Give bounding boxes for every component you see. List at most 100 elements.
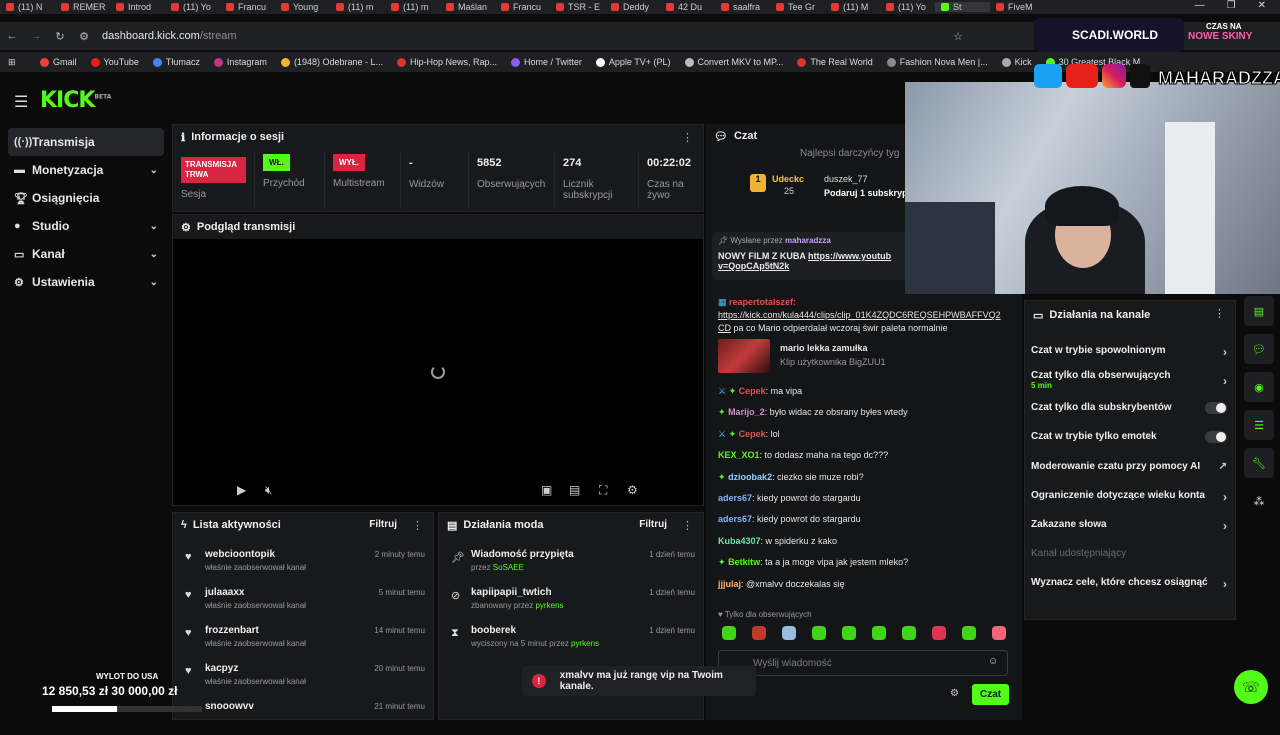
gift-sub-button[interactable]: Podaruj 1 subskryp	[824, 188, 908, 198]
sidebar-item-kanal[interactable]: ▭ Kanał ⌄	[8, 240, 164, 268]
browser-tab[interactable]: Young	[275, 2, 330, 12]
emote-icon[interactable]	[722, 626, 736, 640]
more-options-icon[interactable]: ⋮	[682, 131, 693, 144]
browser-tab[interactable]: (11) Yo	[880, 2, 935, 12]
activity-item[interactable]: ♥ webcioontopik właśnie zaobserwował kanał…	[173, 545, 433, 583]
bookmark-item[interactable]: Gmail	[40, 57, 77, 67]
browser-tab[interactable]: (11) M	[825, 2, 880, 12]
sidebar-item-ustawienia[interactable]: ⚙ Ustawienia ⌄	[8, 268, 164, 296]
pinned-link[interactable]: https://www.youtub	[808, 251, 891, 261]
browser-tab[interactable]: St	[935, 2, 990, 12]
reload-icon[interactable]: ↻	[48, 30, 72, 43]
activity-item[interactable]: ♥snooowvv21 minut temu	[173, 697, 433, 735]
fullscreen-icon[interactable]: ⛶	[599, 483, 607, 498]
activity-item[interactable]: ♥ kacpyz właśnie zaobserwował kanał 20 minu…	[173, 659, 433, 697]
chat-username[interactable]: Betkitw	[728, 557, 760, 567]
more-options-icon[interactable]: ⋮	[412, 519, 423, 532]
mod-action-item[interactable]: 📌︎ Wiadomość przypięta przez SoSAEE 1 dzień…	[439, 545, 703, 583]
menu-icon[interactable]: ☰	[14, 92, 28, 112]
chat-username[interactable]: KEX_XO1	[718, 450, 760, 460]
session-revenue-cell[interactable]: WŁ. Przychód twórcy	[255, 151, 325, 209]
browser-tab[interactable]: Introd	[110, 2, 165, 12]
followers-only-row[interactable]: Czat tylko dla obserwujących 5 min ›	[1025, 370, 1237, 390]
filter-button[interactable]: Filtruj	[639, 519, 667, 530]
clip-card[interactable]: mario lekka zamułka Klip użytkownika Big…	[718, 339, 1022, 377]
bookmark-item[interactable]: Hip-Hop News, Rap...	[397, 57, 497, 67]
browser-tab[interactable]: saalfra	[715, 2, 770, 12]
bookmark-item[interactable]: YouTube	[90, 57, 139, 67]
browser-tab[interactable]: Maślan	[440, 2, 495, 12]
play-icon[interactable]: ▶	[237, 483, 246, 497]
chat-username[interactable]: Kuba4307	[718, 536, 761, 546]
bookmark-item[interactable]: The Real World	[797, 57, 873, 67]
goals-row[interactable]: Wyznacz cele, które chcesz osiągnąć ›	[1025, 577, 1237, 591]
emotes-only-row[interactable]: Czat w trybie tylko emotek	[1025, 431, 1237, 443]
site-info-icon[interactable]: ⚙	[72, 30, 96, 43]
emotes-only-toggle[interactable]	[1205, 431, 1227, 443]
help-button[interactable]: ☏	[1234, 670, 1268, 704]
sidebar-item-transmisja[interactable]: ((·)) Transmisja	[8, 128, 164, 156]
emote-icon[interactable]	[932, 626, 946, 640]
bookmark-item[interactable]: Apple TV+ (PL)	[595, 57, 671, 67]
emote-icon[interactable]	[782, 626, 796, 640]
emote-icon[interactable]	[752, 626, 766, 640]
group-icon[interactable]: ⁂	[1244, 486, 1274, 516]
clip-link-2[interactable]: CD	[718, 323, 731, 333]
browser-tab[interactable]: Francu	[495, 2, 550, 12]
browser-tab[interactable]: TSR - E	[550, 2, 605, 12]
sidebar-item-studio[interactable]: ● Studio ⌄	[8, 212, 164, 240]
subs-only-row[interactable]: Czat tylko dla subskrybentów	[1025, 402, 1237, 414]
bookmark-item[interactable]: (1948) Odebrane - L...	[280, 57, 383, 67]
chat-username[interactable]: Marijo_2	[728, 407, 765, 417]
browser-tab[interactable]: Francu	[220, 2, 275, 12]
settings-icon[interactable]: ⚙	[627, 483, 638, 497]
emote-icon[interactable]	[812, 626, 826, 640]
more-options-icon[interactable]: ⋮	[682, 519, 693, 532]
bookmark-item[interactable]: Convert MKV to MP...	[684, 57, 783, 67]
age-restriction-row[interactable]: Ograniczenie dotyczące wieku konta ›	[1025, 490, 1237, 504]
browser-tab[interactable]: Deddy	[605, 2, 660, 12]
chat-settings-icon[interactable]: ⚙	[950, 688, 959, 699]
mod-action-item[interactable]: ⊘ kapiipapii_twtich zbanowany przez pyrken…	[439, 583, 703, 621]
emote-icon[interactable]	[902, 626, 916, 640]
slow-mode-row[interactable]: Czat w trybie spowolnionym ›	[1025, 345, 1237, 359]
chat-username[interactable]: dzioobak2	[728, 472, 772, 482]
chat-bubble-icon[interactable]: 💬︎	[1244, 334, 1274, 364]
emoji-icon[interactable]: ☺	[988, 656, 998, 667]
bookmark-item[interactable]: Kick	[1001, 57, 1032, 67]
browser-tab[interactable]: REMER	[55, 2, 110, 12]
sidebar-item-monetyzacja[interactable]: ▬ Monetyzacja ⌄	[8, 156, 164, 184]
emote-icon[interactable]	[962, 626, 976, 640]
emote-icon[interactable]	[992, 626, 1006, 640]
list-icon[interactable]: ☰	[1244, 410, 1274, 440]
emote-icon[interactable]	[872, 626, 886, 640]
browser-tab[interactable]: (11) m	[330, 2, 385, 12]
pinned-message[interactable]: 📌︎ Wysłane przez maharadzza NOWY FILM Z …	[712, 232, 912, 280]
broadcast-icon[interactable]: ◉	[1244, 372, 1274, 402]
sidebar-item-osiagniecia[interactable]: 🏆︎ Osiągnięcia	[8, 184, 164, 212]
back-icon[interactable]: ←	[0, 30, 24, 42]
chat-username[interactable]: Cepek	[739, 386, 766, 396]
chat-username[interactable]: Cepek	[739, 429, 766, 439]
wrench-icon[interactable]: 🔧︎	[1244, 448, 1274, 478]
chat-username[interactable]: aders67	[718, 493, 752, 503]
bookmark-item[interactable]: Fashion Nova Men |...	[886, 57, 988, 67]
star-icon[interactable]: ☆	[946, 30, 970, 43]
ai-moderation-row[interactable]: Moderowanie czatu przy pomocy AI ↗	[1025, 461, 1237, 472]
theater-icon[interactable]: ▤	[569, 483, 580, 497]
kick-logo[interactable]: KICKBETA	[40, 88, 111, 113]
activity-item[interactable]: ♥ frozzenbart właśnie zaobserwował kanał 14…	[173, 621, 433, 659]
browser-tab[interactable]: (11) N	[0, 2, 55, 12]
browser-tab[interactable]: Tee Gr	[770, 2, 825, 12]
forward-icon[interactable]: →	[24, 30, 48, 42]
send-chat-button[interactable]: Czat	[972, 684, 1010, 705]
notes-icon[interactable]: ▤	[1244, 296, 1274, 326]
browser-tab[interactable]: (11) m	[385, 2, 440, 12]
filter-button[interactable]: Filtruj	[369, 519, 397, 530]
bookmark-item[interactable]: Home / Twitter	[511, 57, 582, 67]
chat-username[interactable]: reapertotalszef:	[729, 297, 796, 307]
chat-input[interactable]: Wyślij wiadomość	[718, 650, 1008, 676]
bookmark-item[interactable]: Tłumacz	[152, 57, 200, 67]
clip-link[interactable]: https://kick.com/kula444/clips/clip_01K4…	[706, 309, 1022, 322]
mod-action-item[interactable]: ⧗ booberek wyciszony na 5 minut przez pyrk…	[439, 621, 703, 659]
